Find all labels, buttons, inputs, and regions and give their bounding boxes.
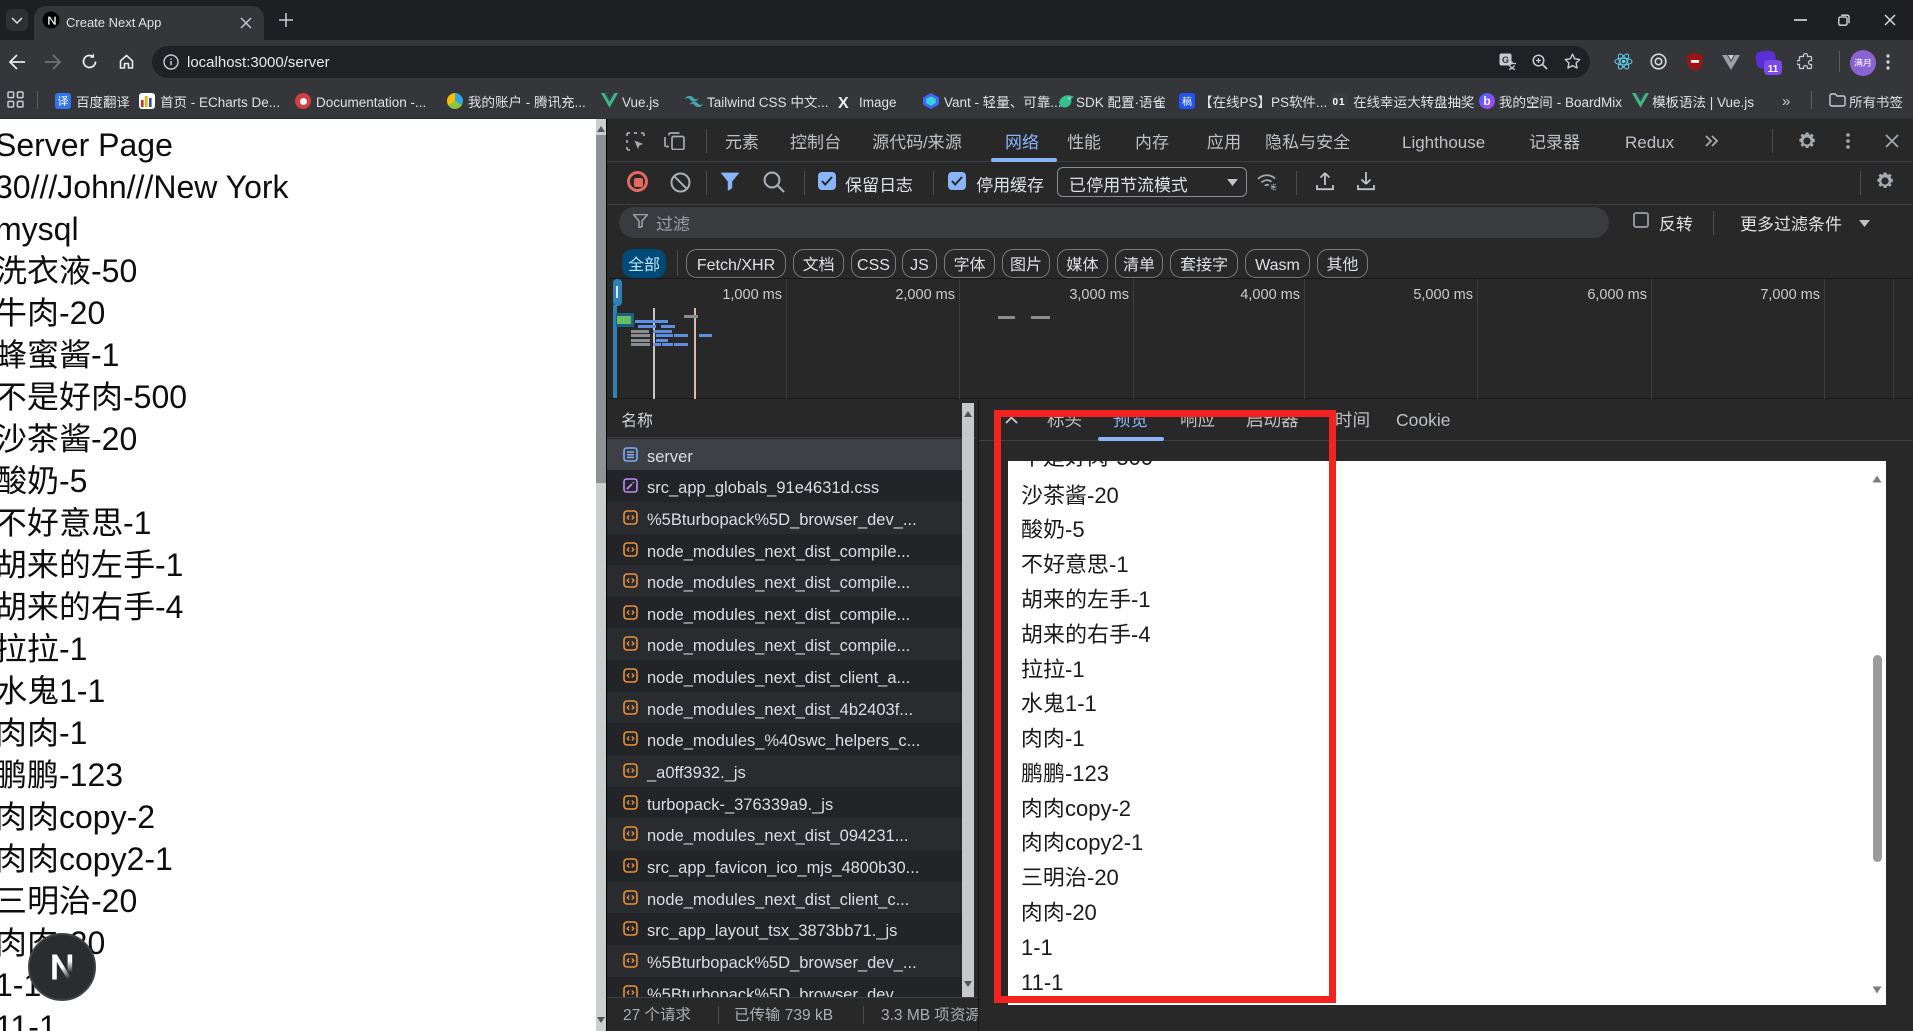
svg-text:G: G [1502, 53, 1509, 66]
